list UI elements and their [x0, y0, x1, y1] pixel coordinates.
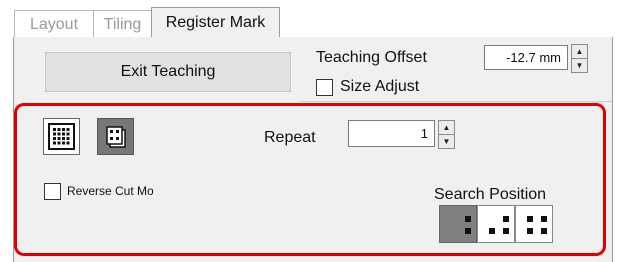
triangle-up-icon: ▲ [575, 47, 584, 56]
teaching-offset-input[interactable]: -12.7 mm [484, 45, 568, 70]
repeat-spinner: ▲ ▼ [438, 120, 455, 149]
triangle-up-icon: ▲ [442, 123, 451, 132]
repeat-label: Repeat [264, 129, 316, 146]
exit-teaching-button[interactable]: Exit Teaching [45, 52, 291, 92]
reverse-cut-label: Reverse Cut Mo [67, 184, 154, 198]
triangle-down-icon: ▼ [442, 137, 451, 146]
teaching-offset-spinner: ▲ ▼ [571, 44, 588, 73]
tab-layout[interactable]: Layout [14, 10, 94, 38]
tab-bar: Layout Tiling Register Mark [0, 0, 620, 38]
grid-icon [48, 123, 75, 150]
tab-tiling[interactable]: Tiling [93, 10, 152, 38]
search-position-label: Search Position [434, 186, 547, 203]
tab-layout-label: Layout [29, 15, 79, 33]
repeat-input[interactable]: 1 [348, 120, 435, 147]
search-position-center-button[interactable] [477, 205, 515, 243]
repeat-up-button[interactable]: ▲ [438, 120, 455, 135]
search-position-both-button[interactable] [515, 205, 553, 243]
tab-tiling-label: Tiling [103, 15, 142, 33]
teaching-offset-label: Teaching Offset [316, 49, 427, 66]
grid-mode-button[interactable] [43, 118, 80, 155]
repeat-value: 1 [420, 126, 428, 141]
exit-teaching-label: Exit Teaching [120, 63, 216, 80]
reverse-cut-checkbox[interactable] [44, 183, 61, 200]
single-mode-button[interactable] [97, 118, 134, 155]
size-adjust-checkbox[interactable] [316, 79, 333, 96]
search-position-right-button[interactable] [439, 205, 477, 243]
single-mark-icon [106, 126, 126, 148]
teaching-offset-up-button[interactable]: ▲ [571, 44, 588, 59]
section-divider [300, 101, 612, 102]
teaching-offset-down-button[interactable]: ▼ [571, 58, 588, 73]
tab-register-mark-label: Register Mark [165, 14, 266, 31]
repeat-down-button[interactable]: ▼ [438, 134, 455, 149]
teaching-offset-value: -12.7 mm [506, 50, 561, 65]
triangle-down-icon: ▼ [575, 61, 584, 70]
tab-register-mark[interactable]: Register Mark [151, 7, 280, 38]
size-adjust-label: Size Adjust [340, 78, 420, 95]
